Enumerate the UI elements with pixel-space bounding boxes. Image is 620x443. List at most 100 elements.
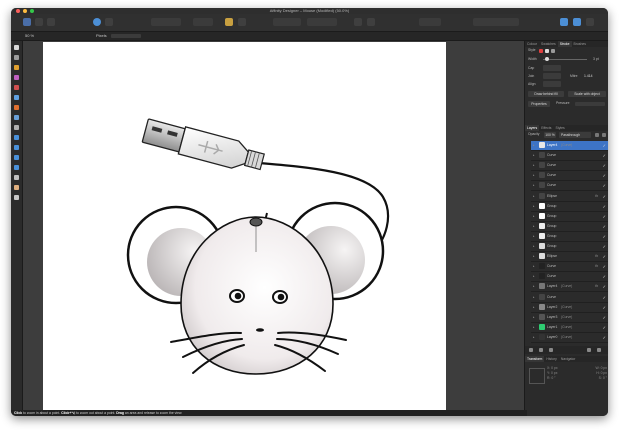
expand-arrow-icon[interactable]: ▸ xyxy=(533,222,535,231)
pixel-persona-icon[interactable] xyxy=(35,18,43,26)
transparency-tool-icon[interactable] xyxy=(14,105,19,110)
zoom-tool-icon[interactable] xyxy=(14,195,19,200)
solid-line-icon[interactable] xyxy=(545,49,549,53)
layer-row[interactable]: ▸ Layer3 (Curve) ✓ xyxy=(531,313,608,323)
expand-arrow-icon[interactable]: ▸ xyxy=(533,323,535,332)
expand-arrow-icon[interactable]: ▸ xyxy=(533,171,535,180)
visibility-check-icon[interactable]: ✓ xyxy=(603,303,606,312)
visibility-check-icon[interactable]: ✓ xyxy=(603,323,606,332)
expand-arrow-icon[interactable]: ▸ xyxy=(533,333,535,342)
trash-icon[interactable] xyxy=(597,348,601,352)
grid-icon[interactable] xyxy=(238,18,246,26)
expand-arrow-icon[interactable]: ▸ xyxy=(533,282,535,291)
blend-mode-dropdown[interactable]: Passthrough xyxy=(559,132,591,138)
visibility-check-icon[interactable]: ✓ xyxy=(603,161,606,170)
layer-row[interactable]: ▸ Layer4 (Curve) fx ✓ xyxy=(531,282,608,293)
width-slider-handle[interactable] xyxy=(545,57,549,61)
layer-row[interactable]: ▸ Curve ✓ xyxy=(531,293,608,303)
anchor-selector[interactable] xyxy=(529,368,545,384)
text-tool-icon[interactable] xyxy=(14,175,19,180)
zoom-level[interactable]: 50 % xyxy=(25,32,34,40)
export-persona-icon[interactable] xyxy=(47,18,55,26)
tab-swatches[interactable]: Swatches xyxy=(539,41,558,47)
expand-arrow-icon[interactable]: ▸ xyxy=(533,161,535,170)
expand-arrow-icon[interactable]: ▸ xyxy=(533,293,535,302)
mitre-value[interactable]: 1.414 xyxy=(584,74,593,79)
node-tool-icon[interactable] xyxy=(14,55,19,60)
tab-stroke[interactable]: Stroke xyxy=(557,41,572,47)
expand-arrow-icon[interactable]: ▸ xyxy=(533,181,535,190)
expand-arrow-icon[interactable]: ▸ xyxy=(533,151,535,160)
tab-navigator[interactable]: Navigator xyxy=(559,356,578,362)
tab-history[interactable]: History xyxy=(544,356,559,362)
layer-row[interactable]: ▸ Ellipse fx ✓ xyxy=(531,252,608,263)
layer-row[interactable]: ▸ Group ✓ xyxy=(531,212,608,222)
expand-arrow-icon[interactable]: ▸ xyxy=(533,242,535,251)
visibility-check-icon[interactable]: ✓ xyxy=(603,192,606,201)
layer-fx-icon[interactable]: fx xyxy=(595,282,598,291)
geometry-button-group[interactable] xyxy=(473,18,519,26)
crop-tool-icon[interactable] xyxy=(14,125,19,130)
tab-effects[interactable]: Effects xyxy=(539,125,553,131)
visibility-check-icon[interactable]: ✓ xyxy=(603,141,606,150)
visibility-check-icon[interactable]: ✓ xyxy=(603,242,606,251)
layer-fx-icon[interactable]: fx xyxy=(595,192,598,201)
layer-row[interactable]: ▸ Curve ✓ xyxy=(531,272,608,283)
order-icon[interactable] xyxy=(354,18,362,26)
insert-target-icon[interactable] xyxy=(225,18,233,26)
visibility-check-icon[interactable]: ✓ xyxy=(603,262,606,271)
assistant-icon[interactable] xyxy=(560,18,568,26)
layer-row[interactable]: ▸ Group ✓ xyxy=(531,202,608,212)
star-tool-icon[interactable] xyxy=(14,155,19,160)
expand-arrow-icon[interactable]: ▸ xyxy=(533,212,535,221)
brush-tool-icon[interactable] xyxy=(14,85,19,90)
tab-layers[interactable]: Layers xyxy=(525,125,540,131)
fill-tool-icon[interactable] xyxy=(14,95,19,100)
layer-row[interactable]: ▸ Group ✓ xyxy=(531,242,608,252)
ellipse-tool-icon[interactable] xyxy=(14,135,19,140)
r-field[interactable]: 0 ° xyxy=(551,376,555,380)
visibility-check-icon[interactable]: ✓ xyxy=(603,282,606,291)
layer-row[interactable]: ▸ Ellipse fx ✓ xyxy=(531,192,608,202)
lock-icon[interactable] xyxy=(595,133,599,137)
expand-arrow-icon[interactable]: ▸ xyxy=(533,252,535,261)
expand-arrow-icon[interactable]: ▸ xyxy=(533,192,535,201)
visibility-check-icon[interactable]: ✓ xyxy=(603,232,606,241)
expand-arrow-icon[interactable]: ▸ xyxy=(533,303,535,312)
layer-row[interactable]: ▸ Layer0 (Curve) ✓ xyxy=(531,333,608,343)
tab-brushes[interactable]: Brushes xyxy=(572,41,588,47)
dash-line-icon[interactable] xyxy=(551,49,555,53)
units-dropdown[interactable] xyxy=(111,34,141,38)
layer-row[interactable]: ▸ Group ✓ xyxy=(531,232,608,242)
visibility-check-icon[interactable]: ✓ xyxy=(603,202,606,211)
tab-styles[interactable]: Styles xyxy=(554,125,567,131)
layer-row[interactable]: ▸ Group ✓ xyxy=(531,222,608,232)
layer-fx-icon[interactable]: fx xyxy=(595,262,598,271)
tab-transform[interactable]: Transform xyxy=(525,356,545,362)
layer-fx-icon[interactable] xyxy=(549,348,553,352)
layer-row[interactable]: ▸ Curve ✓ xyxy=(531,171,608,182)
opacity-value[interactable]: 100 % xyxy=(544,132,556,138)
move-tool-icon[interactable] xyxy=(14,45,19,50)
visibility-check-icon[interactable]: ✓ xyxy=(603,181,606,190)
visibility-check-icon[interactable]: ✓ xyxy=(603,252,606,261)
layer-row[interactable]: ▸ Layer1 (Curve) ✓ xyxy=(531,323,608,333)
tab-colour[interactable]: Colour xyxy=(525,41,539,47)
node-tools-group[interactable] xyxy=(419,18,441,26)
visibility-check-icon[interactable]: ✓ xyxy=(603,222,606,231)
layer-row[interactable]: ▸ Layer4 (Curve) ✓ xyxy=(531,141,608,151)
visibility-check-icon[interactable]: ✓ xyxy=(603,333,606,342)
layer-settings-icon[interactable] xyxy=(602,133,606,137)
snapping-icon[interactable] xyxy=(105,18,113,26)
h-field[interactable]: 0 px xyxy=(601,371,607,375)
visibility-check-icon[interactable]: ✓ xyxy=(603,293,606,302)
x-field[interactable]: 0 px xyxy=(551,366,557,370)
shape-tool-icon[interactable] xyxy=(14,145,19,150)
expand-arrow-icon[interactable]: ▸ xyxy=(533,262,535,271)
studio-toggle-icon[interactable] xyxy=(573,18,581,26)
rectangle-tool-icon[interactable] xyxy=(14,115,19,120)
expand-arrow-icon[interactable]: ▸ xyxy=(533,272,535,281)
polygon-tool-icon[interactable] xyxy=(14,165,19,170)
add-layer-icon[interactable] xyxy=(587,348,591,352)
pressure-curve[interactable] xyxy=(575,102,605,106)
